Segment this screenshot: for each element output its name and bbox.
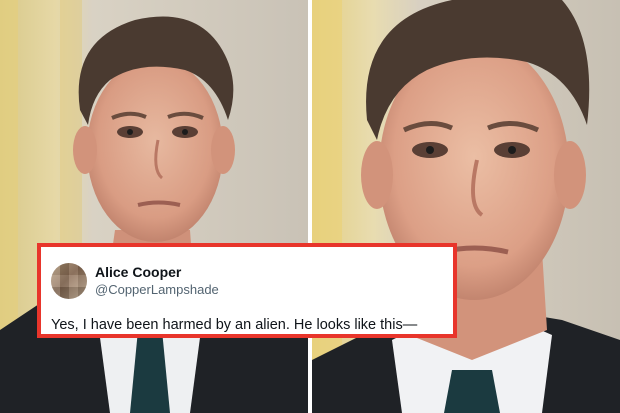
portrait-right-image: [312, 0, 620, 413]
left-photo: [0, 0, 308, 413]
tweet-display-name[interactable]: Alice Cooper: [95, 264, 181, 280]
tweet-handle[interactable]: @CopperLampshade: [95, 282, 219, 297]
pixelated-avatar-icon[interactable]: [51, 263, 87, 299]
right-photo: [312, 0, 620, 413]
tweet-text: Yes, I have been harmed by an alien. He …: [51, 317, 418, 333]
portrait-left-image: [0, 0, 308, 413]
tweet-card[interactable]: Alice Cooper @CopperLampshade Yes, I hav…: [37, 243, 457, 338]
